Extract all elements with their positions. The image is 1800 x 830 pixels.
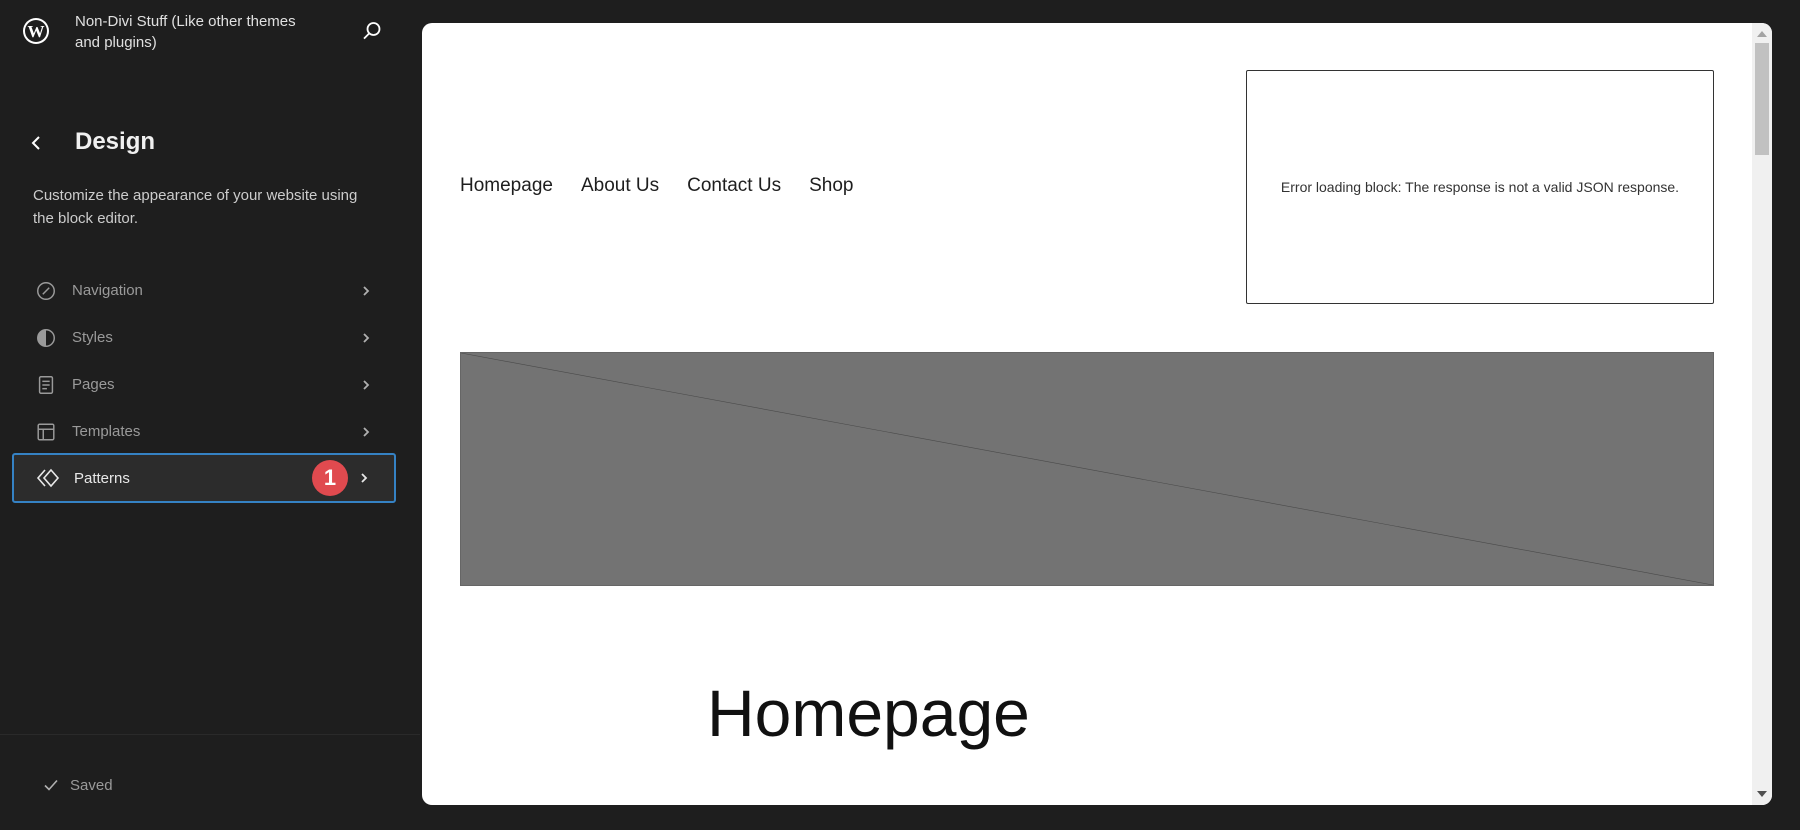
navigation-icon <box>34 279 58 303</box>
menu-item-label: Pages <box>72 376 115 393</box>
nav-link-shop[interactable]: Shop <box>809 175 853 197</box>
sidebar-divider <box>0 734 420 735</box>
search-icon[interactable] <box>360 19 384 43</box>
section-title: Design <box>75 128 156 155</box>
menu-item-navigation[interactable]: Navigation <box>12 267 396 314</box>
image-placeholder[interactable] <box>460 352 1714 586</box>
save-status-label: Saved <box>70 776 113 794</box>
templates-icon <box>34 420 58 444</box>
nav-link-about-us[interactable]: About Us <box>581 175 659 197</box>
menu-item-templates[interactable]: Templates <box>12 408 396 455</box>
patterns-icon <box>36 466 60 490</box>
sidebar: W Non-Divi Stuff (Like other themes and … <box>0 0 420 830</box>
menu-item-pages[interactable]: Pages <box>12 361 396 408</box>
site-navigation: Homepage About Us Contact Us Shop <box>460 175 881 197</box>
site-preview-frame[interactable]: Homepage About Us Contact Us Shop Error … <box>422 23 1772 805</box>
site-title[interactable]: Non-Divi Stuff (Like other themes and pl… <box>75 11 315 53</box>
page-heading: Homepage <box>707 676 1030 750</box>
menu-item-label: Styles <box>72 329 113 346</box>
menu-item-label: Patterns <box>74 469 130 487</box>
scroll-up-arrow-icon[interactable] <box>1757 31 1767 37</box>
chevron-right-icon <box>358 330 374 346</box>
check-icon <box>42 776 60 794</box>
back-chevron-icon[interactable] <box>26 132 48 154</box>
design-menu: Navigation Styles Pages Templates Patter… <box>12 267 396 503</box>
styles-icon <box>34 326 58 350</box>
scroll-down-arrow-icon[interactable] <box>1757 791 1767 797</box>
chevron-right-icon <box>358 377 374 393</box>
preview-scrollbar[interactable] <box>1752 23 1772 805</box>
menu-item-label: Templates <box>72 423 141 440</box>
chevron-right-icon <box>356 470 372 486</box>
placeholder-diagonal <box>461 353 1713 585</box>
scroll-thumb[interactable] <box>1755 43 1769 155</box>
menu-item-styles[interactable]: Styles <box>12 314 396 361</box>
menu-item-label: Navigation <box>72 282 143 299</box>
chevron-right-icon <box>358 283 374 299</box>
nav-link-contact-us[interactable]: Contact Us <box>687 175 781 197</box>
nav-link-homepage[interactable]: Homepage <box>460 175 553 197</box>
svg-text:W: W <box>28 22 45 41</box>
block-error-message: Error loading block: The response is not… <box>1246 70 1714 304</box>
menu-item-patterns[interactable]: Patterns 1 <box>12 453 396 503</box>
notification-badge: 1 <box>312 460 348 496</box>
section-description: Customize the appearance of your website… <box>33 187 358 227</box>
save-status: Saved <box>42 776 113 794</box>
wordpress-logo-icon[interactable]: W <box>22 17 50 45</box>
chevron-right-icon <box>358 424 374 440</box>
pages-icon <box>34 373 58 397</box>
